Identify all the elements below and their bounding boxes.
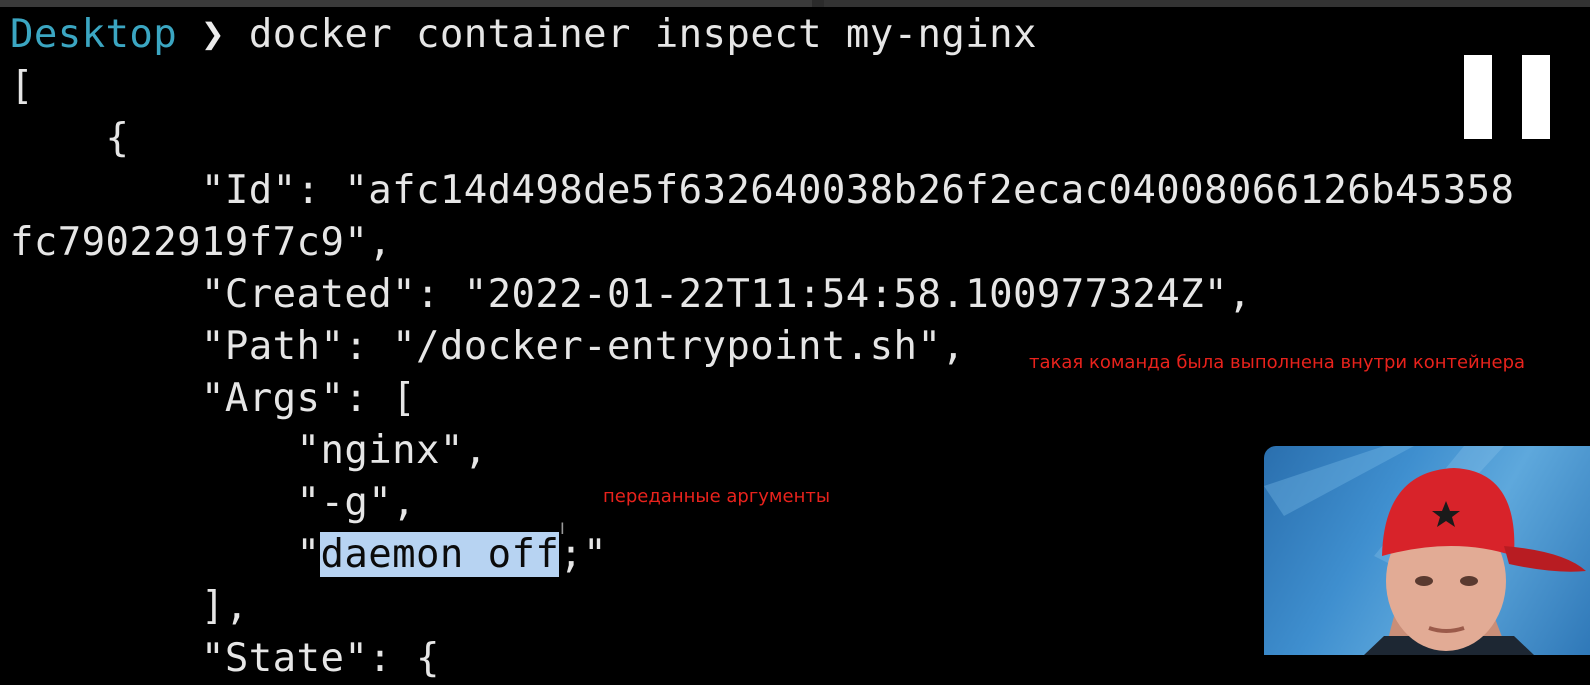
output-line-arg-g: "-g", bbox=[10, 480, 416, 525]
args-annotation: переданные аргументы bbox=[603, 486, 831, 507]
arg-daemon-prefix: " bbox=[10, 532, 321, 577]
output-line-created: "Created": "2022-01-22T11:54:58.10097732… bbox=[10, 272, 1252, 317]
pause-icon[interactable] bbox=[1464, 55, 1550, 139]
path-annotation: такая команда была выполнена внутри конт… bbox=[1029, 352, 1526, 373]
pause-bar-right bbox=[1522, 55, 1550, 139]
prompt-directory: Desktop bbox=[10, 12, 178, 57]
presenter-image bbox=[1264, 446, 1586, 655]
arg-daemon-suffix: ;" bbox=[559, 532, 608, 577]
output-line-args: "Args": [ bbox=[10, 376, 416, 421]
output-line-state: "State": { bbox=[10, 636, 440, 681]
output-line-args-close: ], bbox=[10, 584, 249, 629]
prompt-line: Desktop ❯ docker container inspect my-ng… bbox=[10, 9, 1037, 61]
prompt-arrow-icon: ❯ bbox=[201, 12, 225, 57]
text-cursor-icon: I bbox=[560, 519, 565, 538]
output-line-open-bracket: [ bbox=[10, 64, 34, 109]
output-line-arg-nginx: "nginx", bbox=[10, 428, 488, 473]
output-line-arg-daemon: "daemon off;" bbox=[10, 529, 607, 581]
output-line-id-continued: fc79022919f7c9", bbox=[10, 220, 393, 265]
selected-text[interactable]: daemon off bbox=[320, 532, 560, 577]
pause-bar-left bbox=[1464, 55, 1492, 139]
presenter-webcam bbox=[1264, 446, 1590, 655]
output-line-path: "Path": "/docker-entrypoint.sh", bbox=[10, 324, 966, 369]
command-text: docker container inspect my-nginx bbox=[224, 12, 1037, 57]
output-line-open-brace: { bbox=[10, 116, 130, 161]
output-line-id: "Id": "afc14d498de5f632640038b26f2ecac04… bbox=[10, 168, 1515, 213]
